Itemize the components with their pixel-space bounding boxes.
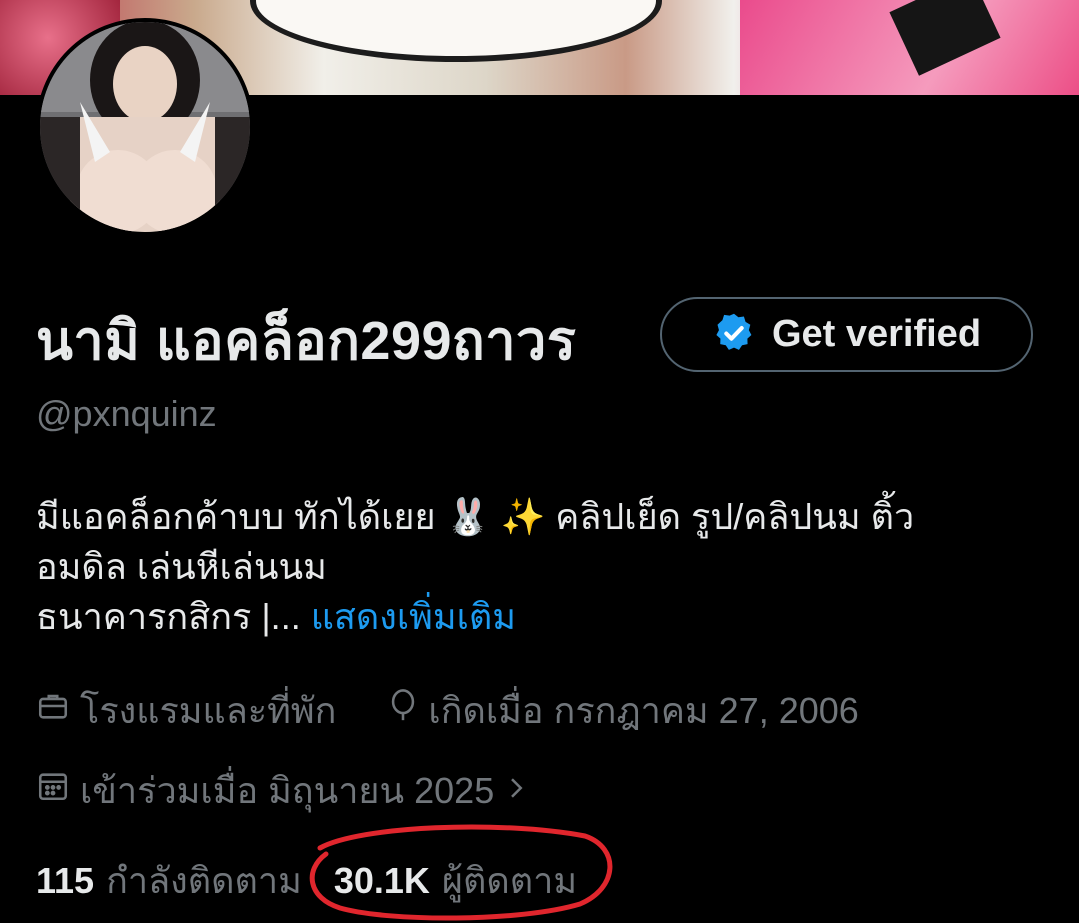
bio-line: อมดิล เล่นหีเล่นนม [36, 546, 327, 587]
display-name: นามิ แอคล็อก299ถาวร [36, 311, 577, 371]
show-more-link[interactable]: แสดงเพิ่มเติม [311, 596, 516, 637]
chevron-right-icon [504, 770, 530, 812]
avatar[interactable] [36, 18, 254, 236]
bio-text: ธนาคารกสิกร |... [36, 596, 301, 637]
birthday-label: เกิดเมื่อ กรกฎาคม 27, 2006 [428, 690, 859, 731]
verified-badge-icon [712, 311, 756, 359]
following-link[interactable]: 115 กำลังติดตาม [36, 852, 302, 909]
category-item: โรงแรมและที่พัก [36, 682, 336, 739]
followers-link[interactable]: 30.1K ผู้ติดตาม [334, 852, 577, 909]
joined-label: เข้าร่วมเมื่อ มิถุนายน 2025 [80, 770, 495, 811]
followers-count: 30.1K [333, 860, 430, 901]
display-name-row: นามิ แอคล็อก299ถาวร [36, 300, 576, 380]
following-label: กำลังติดตาม [106, 860, 302, 901]
get-verified-button[interactable]: Get verified [660, 297, 1033, 372]
joined-item[interactable]: เข้าร่วมเมื่อ มิถุนายน 2025 [36, 762, 530, 819]
bio-line: ธนาคารกสิกร |... แสดงเพิ่มเติม [36, 592, 1046, 642]
category-label: โรงแรมและที่พัก [80, 690, 337, 731]
get-verified-label: Get verified [771, 313, 982, 355]
bio-line: มีแอคล็อกค้าบบ ทักได้เยย 🐰 ✨ คลิปเย็ด รู… [36, 496, 915, 537]
joined-row[interactable]: เข้าร่วมเมื่อ มิถุนายน 2025 [36, 762, 530, 819]
birthday-item: เกิดเมื่อ กรกฎาคม 27, 2006 [388, 682, 859, 739]
follow-stats: 115 กำลังติดตาม 30.1K ผู้ติดตาม [36, 852, 577, 909]
banner-art-shape [250, 0, 662, 62]
followers-label: ผู้ติดตาม [441, 860, 578, 901]
profile-handle: @pxnquinz [36, 393, 217, 434]
profile-bio: มีแอคล็อกค้าบบ ทักได้เยย 🐰 ✨ คลิปเย็ด รู… [36, 492, 1046, 642]
profile-meta-row: โรงแรมและที่พัก เกิดเมื่อ กรกฎาคม 27, 20… [36, 682, 859, 739]
briefcase-icon [36, 689, 70, 732]
following-count: 115 [36, 860, 95, 901]
calendar-icon [36, 769, 70, 812]
balloon-icon [388, 689, 418, 732]
